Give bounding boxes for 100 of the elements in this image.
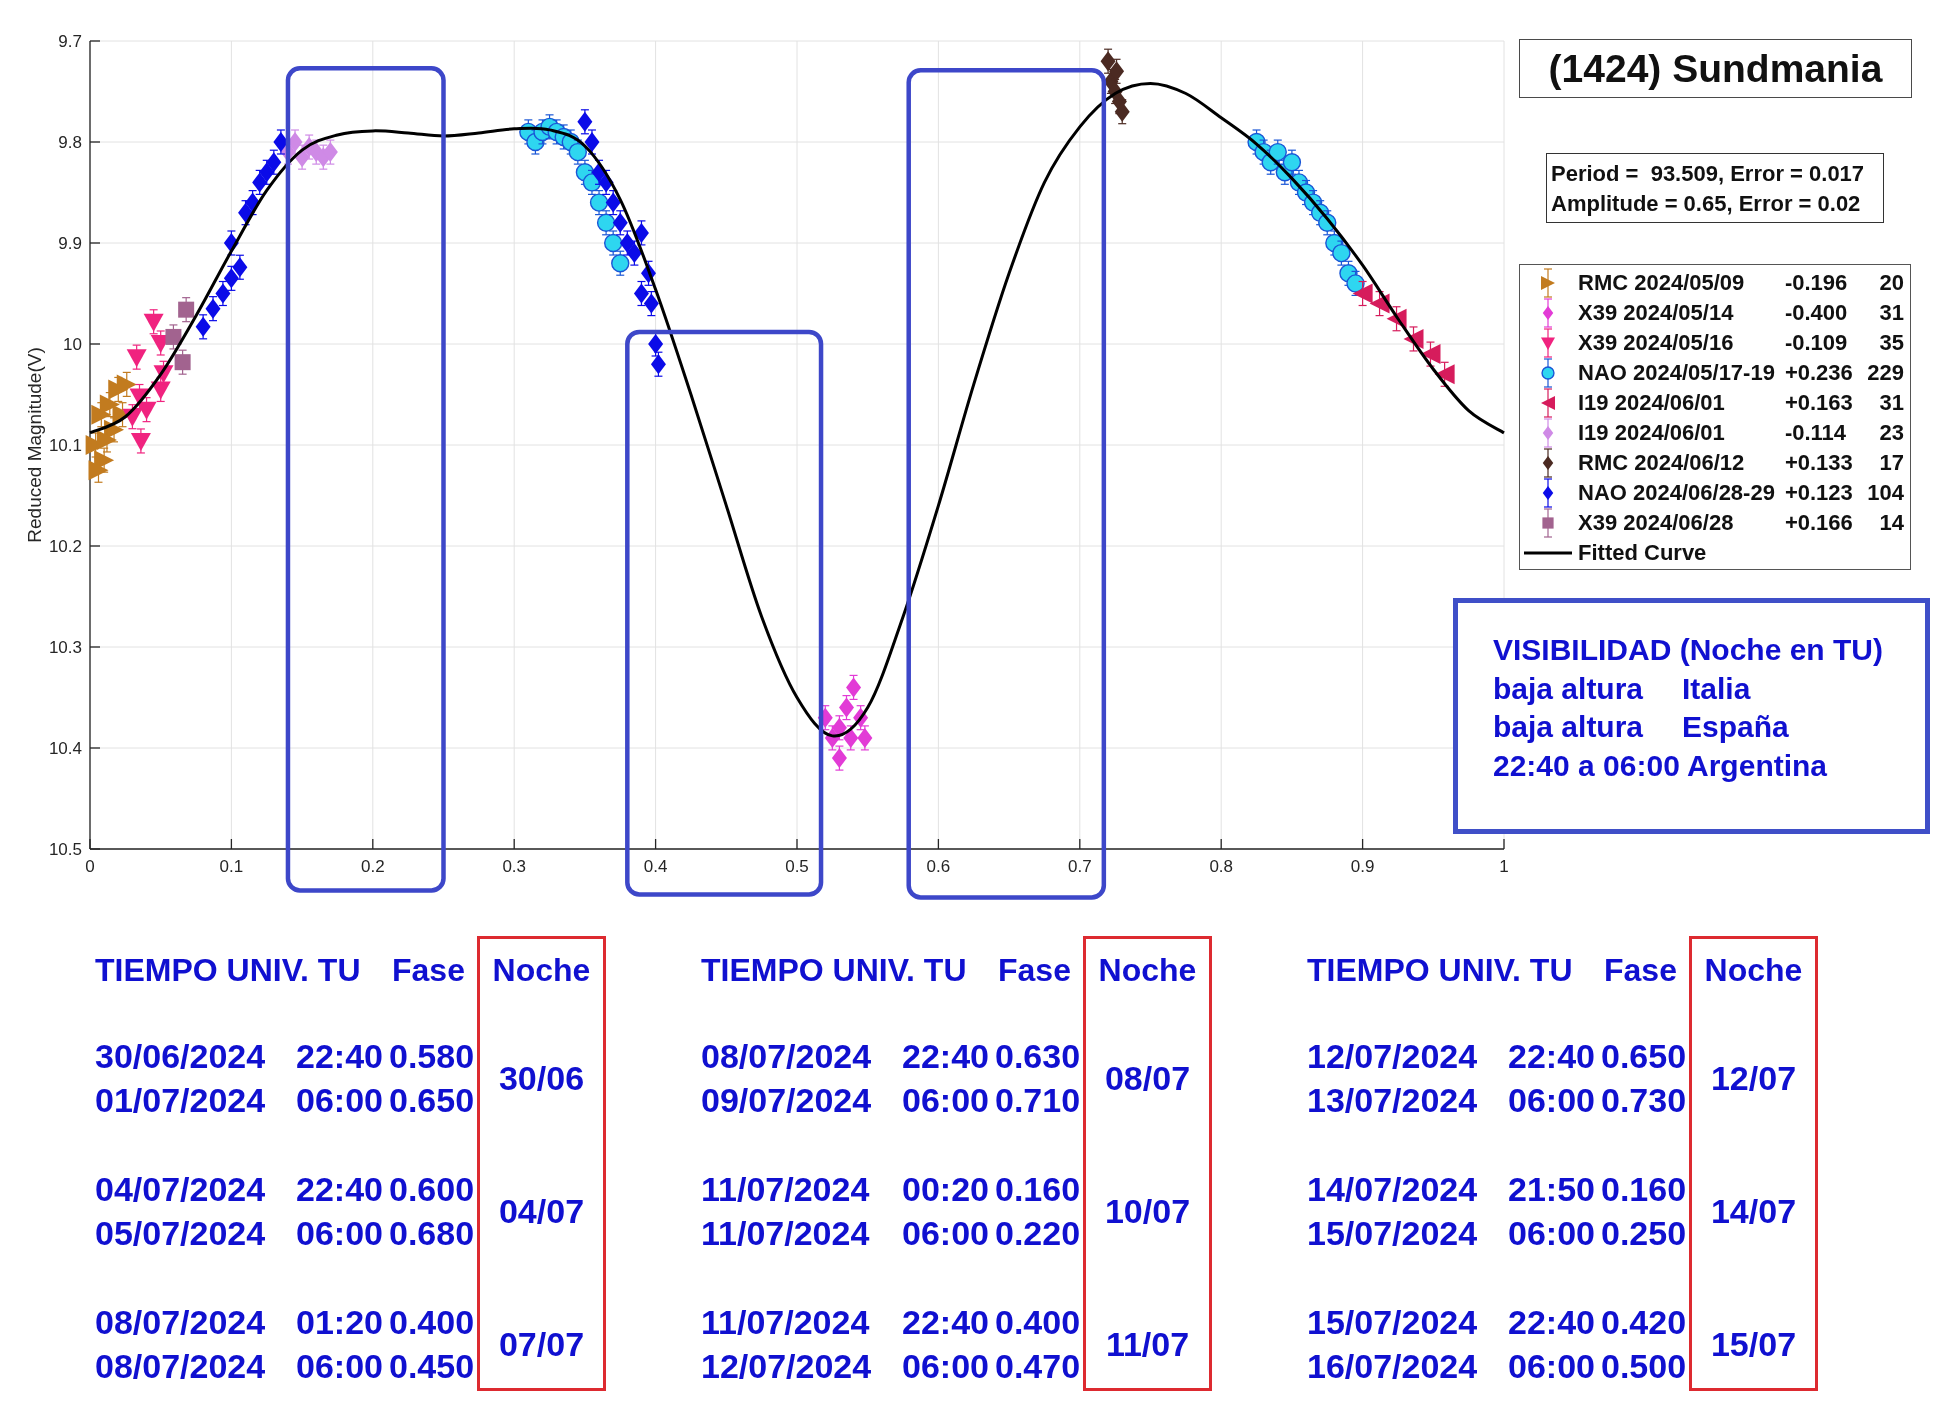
country-text: Italia <box>1682 670 1752 707</box>
legend-label: NAO 2024/05/17-19 <box>1577 362 1775 384</box>
fit-summary-line: Amplitude = 0.65, Error = 0.02 <box>1551 190 1862 218</box>
point <box>178 301 195 318</box>
point <box>174 354 191 371</box>
country-text: España <box>1682 709 1789 746</box>
legend-count: 31 <box>1879 302 1904 324</box>
legend-offset: -0.114 <box>1784 422 1848 444</box>
tick-label: 0.4 <box>643 857 668 876</box>
tick-label: 9.8 <box>58 133 82 152</box>
tick-label: 0 <box>85 857 95 876</box>
legend-offset: -0.400 <box>1784 302 1849 324</box>
legend-count: 229 <box>1867 362 1904 384</box>
night-date: 14/07 <box>1710 1194 1797 1228</box>
time-text: 01:20 <box>296 1305 384 1339</box>
tick-label: 0.2 <box>361 857 385 876</box>
legend-offset: +0.163 <box>1784 392 1853 414</box>
legend-label: X39 2024/05/14 <box>1577 302 1735 324</box>
legend-count: 17 <box>1879 452 1904 474</box>
point <box>165 328 182 345</box>
time-text: 06:00 <box>1508 1216 1596 1250</box>
chart-title: (1424) Sundmania <box>1519 39 1912 98</box>
phase-value: 0.600 <box>389 1172 475 1206</box>
phase-value: 0.160 <box>1601 1172 1687 1206</box>
tick-label: 0.7 <box>1068 857 1092 876</box>
legend-offset: -0.196 <box>1784 272 1849 294</box>
night-date: 08/07 <box>1104 1061 1191 1095</box>
tick-label: 10.4 <box>48 739 82 758</box>
tick-label: 1 <box>1499 857 1509 876</box>
date-text: 08/07/2024 <box>701 1039 873 1073</box>
altitude-text: baja altura <box>1493 670 1645 707</box>
column-heading: Noche <box>1704 954 1803 986</box>
legend-label: RMC 2024/06/12 <box>1577 452 1746 474</box>
time-text: 06:00 <box>902 1083 990 1117</box>
time-text: 22:40 <box>902 1039 990 1073</box>
column-heading: Fase <box>392 954 465 986</box>
time-text: 22:40 <box>902 1305 990 1339</box>
tick-label: 10 <box>63 335 82 354</box>
tick-label: 9.9 <box>58 234 82 253</box>
visibility-title: VISIBILIDAD (Noche en TU) <box>1493 632 1884 668</box>
column-heading: Fase <box>1604 954 1677 986</box>
night-date: 04/07 <box>498 1194 585 1228</box>
legend-offset: +0.133 <box>1784 452 1853 474</box>
fit-summary-line: Period = 93.509, Error = 0.017 <box>1551 160 1866 188</box>
time-text: 06:00 <box>1508 1083 1596 1117</box>
date-text: 14/07/2024 <box>1307 1172 1479 1206</box>
phase-value: 0.630 <box>995 1039 1081 1073</box>
time-text: 06:00 <box>902 1216 990 1250</box>
date-text: 16/07/2024 <box>1307 1349 1479 1383</box>
night-date: 30/06 <box>498 1061 585 1095</box>
date-text: 11/07/2024 <box>701 1216 871 1250</box>
tick-label: 10.3 <box>48 638 82 657</box>
legend-label: I19 2024/06/01 <box>1577 392 1726 414</box>
date-text: 12/07/2024 <box>1307 1039 1479 1073</box>
point <box>150 381 171 400</box>
tick-label: 9.7 <box>58 32 82 51</box>
point <box>126 349 147 368</box>
phase-value: 0.650 <box>389 1083 475 1117</box>
date-text: 09/07/2024 <box>701 1083 873 1117</box>
time-text: 06:00 <box>902 1349 990 1383</box>
date-text: 15/07/2024 <box>1307 1305 1479 1339</box>
date-text: 05/07/2024 <box>95 1216 267 1250</box>
legend-label: NAO 2024/06/28-29 <box>1577 482 1775 504</box>
legend-count: 23 <box>1879 422 1904 444</box>
time-text: 06:00 <box>296 1349 384 1383</box>
tick-label: 0.8 <box>1209 857 1233 876</box>
date-text: 08/07/2024 <box>95 1305 267 1339</box>
phase-value: 0.680 <box>389 1216 475 1250</box>
tick-label: 10.2 <box>48 537 82 556</box>
date-text: 13/07/2024 <box>1307 1083 1479 1117</box>
legend-offset: +0.123 <box>1784 482 1853 504</box>
legend-offset: +0.236 <box>1784 362 1853 384</box>
time-text: 22:40 <box>1508 1039 1596 1073</box>
legend-label: X39 2024/05/16 <box>1577 332 1735 354</box>
column-heading: Fase <box>998 954 1071 986</box>
night-date: 12/07 <box>1710 1061 1797 1095</box>
column-heading: Noche <box>492 954 591 986</box>
date-text: 15/07/2024 <box>1307 1216 1479 1250</box>
night-date: 10/07 <box>1104 1194 1191 1228</box>
column-heading: TIEMPO UNIV. TU <box>95 954 362 986</box>
time-text: 22:40 <box>296 1039 384 1073</box>
tick-label: 0.9 <box>1350 857 1375 876</box>
phase-value: 0.420 <box>1601 1305 1687 1339</box>
date-text: 04/07/2024 <box>95 1172 267 1206</box>
point <box>611 254 630 273</box>
legend-count: 31 <box>1879 392 1904 414</box>
phase-value: 0.160 <box>995 1172 1081 1206</box>
phase-value: 0.580 <box>389 1039 475 1073</box>
night-date: 11/07 <box>1105 1327 1190 1361</box>
date-text: 08/07/2024 <box>95 1349 267 1383</box>
point <box>1346 274 1365 293</box>
tick-label: 10.5 <box>48 840 82 859</box>
time-text: 06:00 <box>296 1216 384 1250</box>
legend-count: 20 <box>1879 272 1904 294</box>
column-heading: TIEMPO UNIV. TU <box>701 954 968 986</box>
altitude-text: baja altura <box>1493 709 1645 746</box>
legend-label: I19 2024/06/01 <box>1577 422 1726 444</box>
night-date: 07/07 <box>498 1327 585 1361</box>
legend-offset: +0.166 <box>1784 512 1853 534</box>
phase-value: 0.400 <box>995 1305 1081 1339</box>
